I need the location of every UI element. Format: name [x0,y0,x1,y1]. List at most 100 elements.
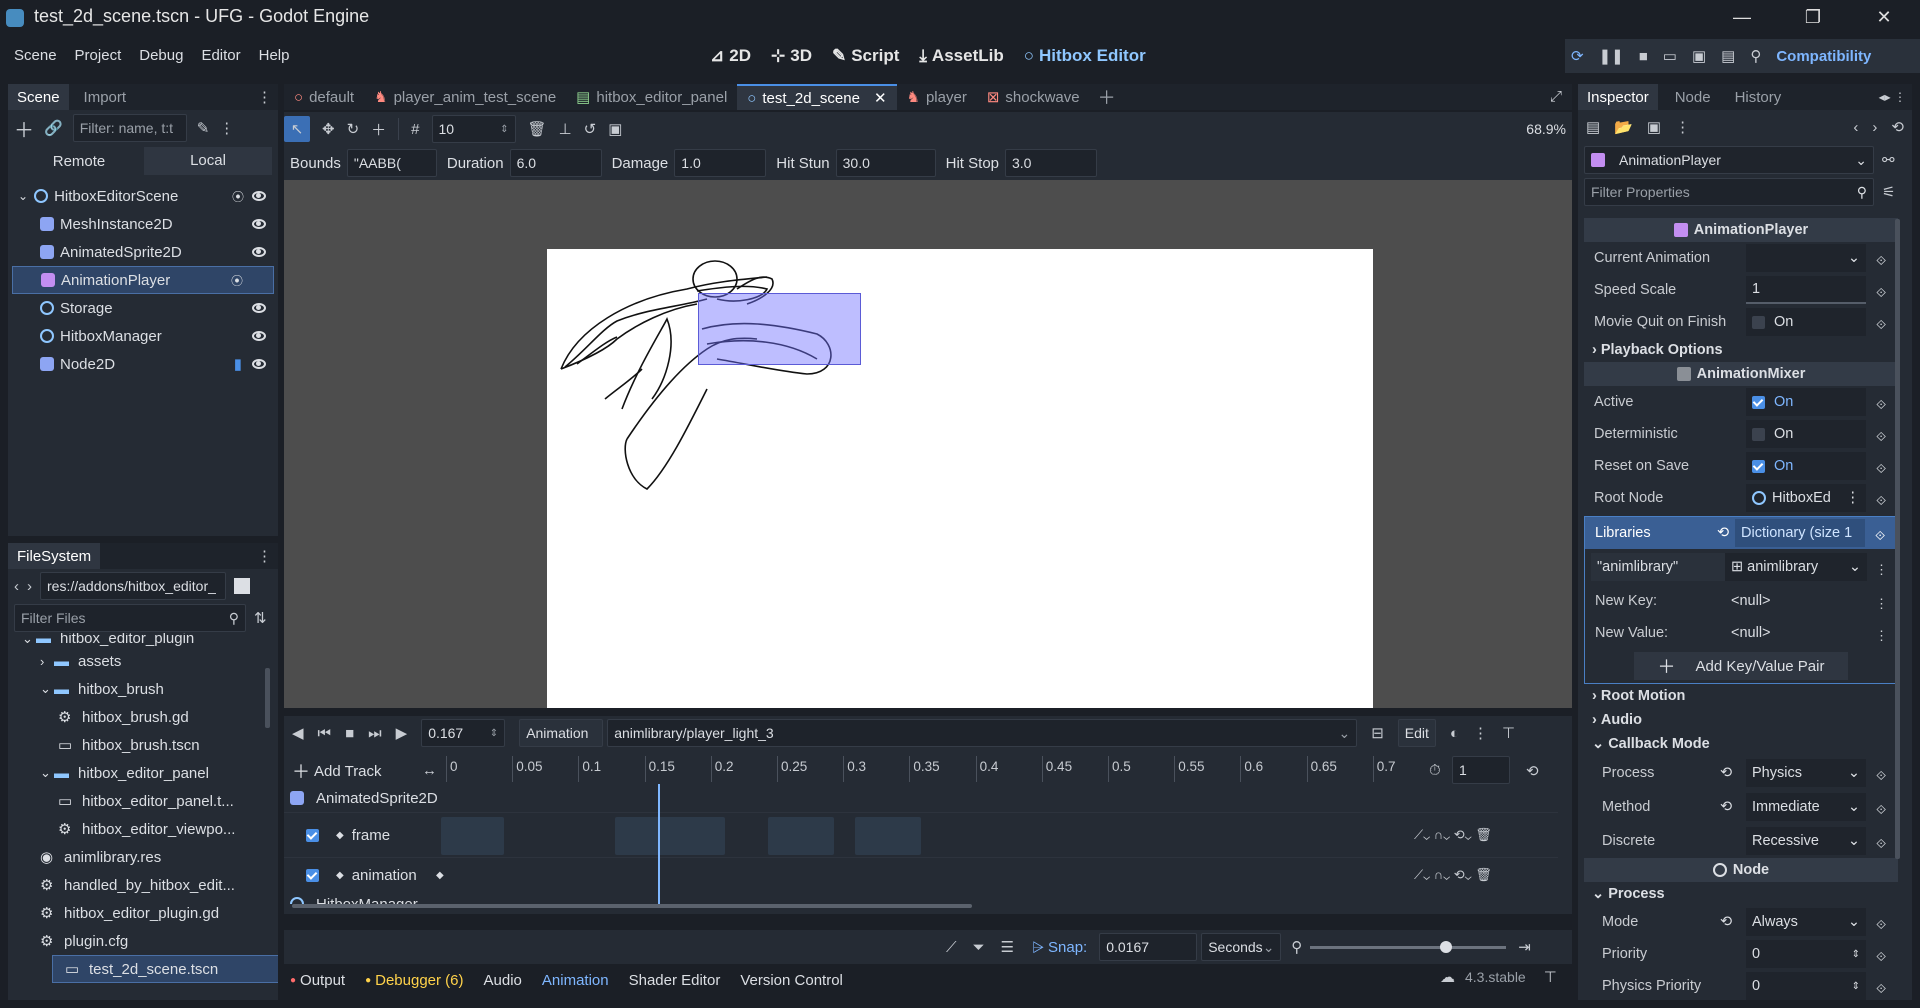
zoom-slider[interactable] [1310,940,1507,953]
scene-node[interactable]: AnimationPlayer ⦿ [12,266,274,294]
method-select[interactable]: Immediate ⌄ [1746,793,1866,821]
tab-filesystem[interactable]: FileSystem [8,543,101,569]
grid-step-input[interactable]: 10 ⇕ [431,115,516,143]
animation-select[interactable]: animlibrary/player_light_3 ⌄ [607,719,1358,747]
snap-input[interactable]: 0.0167 [1099,933,1198,961]
file-item[interactable]: ▭ hitbox_editor_panel.t... [8,787,278,815]
keyframe[interactable] [768,817,834,855]
local-button[interactable]: Local [144,147,272,175]
kebab-menu-icon[interactable]: ⋮ [1473,724,1488,742]
menu-scene[interactable]: Scene [14,47,57,64]
delete-icon[interactable]: 🗑 [528,120,547,138]
track-enable-checkbox[interactable] [306,868,319,882]
physics-priority-input[interactable]: 0 ⇕ [1746,972,1866,1000]
menu-help[interactable]: Help [259,47,290,64]
new-resource-icon[interactable]: ▤ [1586,118,1600,136]
file-item[interactable]: ▭ hitbox_brush.tscn [8,731,278,759]
revert-icon[interactable]: ⟐ [1876,461,1892,476]
anim-time-input[interactable]: 0.167 ⇕ [421,719,506,747]
maximize-icon[interactable]: ❐ [1793,2,1833,32]
revert-icon[interactable]: ⟲ [1720,799,1732,815]
loop-icon[interactable]: ⟲ [1526,762,1539,780]
filter-icon[interactable]: ⏷ [973,939,985,956]
scene-tab[interactable]: ♞ player_anim_test_scene [364,84,566,110]
library-value-select[interactable]: ⊞ animlibrary ⌄ [1725,553,1867,581]
prop-current-animation[interactable]: Current Animation ⌄ ⟐ [1584,242,1898,274]
anim-length-input[interactable]: 1 [1452,756,1510,784]
close-icon[interactable]: ✕ [1864,2,1904,32]
play-scene-icon[interactable]: ▣ [1692,47,1706,65]
save-resource-icon[interactable]: ▣ [1647,118,1661,136]
onion-skin-icon[interactable]: ◐ [1450,725,1459,742]
signal-icon[interactable]: ⦿ [231,272,243,289]
script-attach-icon[interactable]: ✎ [197,119,210,137]
revert-icon[interactable]: ⟐ [1876,768,1892,783]
prop-method[interactable]: Method ⟲ Immediate ⌄ ⟐ [1584,790,1898,824]
chevron-down-icon[interactable]: ⌄ [40,765,54,781]
tab-scene[interactable]: Scene [8,84,69,110]
add-node-icon[interactable]: ＋ [14,114,34,143]
snap-toggle[interactable]: ⩥ Snap: [1032,939,1087,956]
scene-tab[interactable]: ○ test_2d_scene ✕ [737,84,897,110]
bezier-icon[interactable]: ⟋ [946,939,957,956]
folder-item[interactable]: ⌄ ▬ hitbox_brush [8,675,278,703]
file-scrollbar[interactable] [265,668,270,728]
pin-icon[interactable]: ⊤ [1502,724,1515,742]
kebab-menu-icon[interactable]: ⋮ [257,547,272,565]
pan-tool-icon[interactable]: ＋ [371,119,386,140]
prop-movie-quit[interactable]: Movie Quit on Finish On ⟐ [1584,306,1898,338]
folder-item[interactable]: › ▬ assets [8,647,278,675]
folder-item[interactable]: ⌄ ▬ hitbox_editor_plugin [8,633,278,647]
scene-node[interactable]: ⌄ HitboxEditorScene ⦿ [12,182,274,210]
visibility-icon[interactable] [252,359,266,369]
hitbox-field-input[interactable]: "AABB( [346,149,437,177]
file-item[interactable]: ▭ test_2d_scene.tscn [52,955,278,983]
revert-icon[interactable]: ⟐ [1876,253,1892,268]
bottom-tab-debugger[interactable]: ● Debugger (6) [365,972,463,989]
process-group[interactable]: ⌄ Process [1584,882,1898,906]
libraries-dictionary-button[interactable]: Dictionary (size 1 [1735,519,1865,547]
step-forward-icon[interactable]: ⏭ [368,725,382,742]
stop-anim-icon[interactable]: ■ [345,725,354,742]
reload-icon[interactable]: ⟳ [1571,47,1584,65]
timeline-scrollbar[interactable] [292,904,972,908]
root-node-picker[interactable]: HitboxEd ⋮ [1746,484,1866,512]
kebab-menu-icon[interactable]: ⋮ [1675,118,1690,136]
file-item[interactable]: ◉ animlibrary.res [8,843,278,871]
revert-icon[interactable]: ⟐ [1876,429,1892,444]
priority-input[interactable]: 0 ⇕ [1746,940,1866,968]
open-icon[interactable]: 📂 [1614,118,1633,136]
new-key-value[interactable]: <null> [1725,587,1865,615]
file-filter-input[interactable]: Filter Files ⚲ [14,604,246,632]
track-row[interactable]: ◆ animation ◆ ⟋⌄ ∩⌄ ⟲⌄ 🗑 [284,858,1558,892]
hitbox-field-input[interactable]: 6.0 [509,149,602,177]
prop-deterministic[interactable]: Deterministic On ⟐ [1584,418,1898,450]
visibility-icon[interactable] [252,303,266,313]
file-item[interactable]: ⚙ hitbox_brush.gd [8,703,278,731]
stop-icon[interactable]: ■ [1639,48,1648,65]
edit-button[interactable]: Edit [1397,719,1436,747]
reset-icon[interactable]: ↺ [584,120,597,138]
bottom-align-icon[interactable]: ⊥ [559,120,572,138]
prop-speed-scale[interactable]: Speed Scale 1 ⟐ [1584,274,1898,306]
library-entry[interactable]: "animlibrary" ⊞ animlibrary ⌄ ⋮ [1585,549,1897,585]
canvas-viewport[interactable] [284,180,1572,708]
visibility-icon[interactable] [252,219,266,229]
tab-node[interactable]: Node [1666,84,1720,110]
menu-editor[interactable]: Editor [201,47,240,64]
scene-tab[interactable]: ⊠ shockwave [977,84,1090,110]
movie-maker-icon[interactable]: ⚲ [1750,47,1761,65]
rotate-tool-icon[interactable]: ↻ [347,120,360,138]
keyframe[interactable] [441,817,504,855]
current-animation-select[interactable]: ⌄ [1746,244,1866,272]
property-filter-input[interactable]: Filter Properties ⚲ [1584,178,1874,206]
root-motion-group[interactable]: › Root Motion [1584,684,1898,708]
kebab-menu-icon[interactable]: ⋮ [257,88,272,106]
playhead[interactable] [658,784,660,904]
revert-icon[interactable]: ⟲ [1720,765,1732,781]
inspector-scrollbar[interactable] [1895,219,1900,859]
chevron-down-icon[interactable]: ⌄ [40,681,54,697]
add-tab-icon[interactable]: ＋ [1098,84,1116,110]
scene-node[interactable]: MeshInstance2D [12,210,274,238]
units-select[interactable]: Seconds ⌄ [1201,933,1282,961]
